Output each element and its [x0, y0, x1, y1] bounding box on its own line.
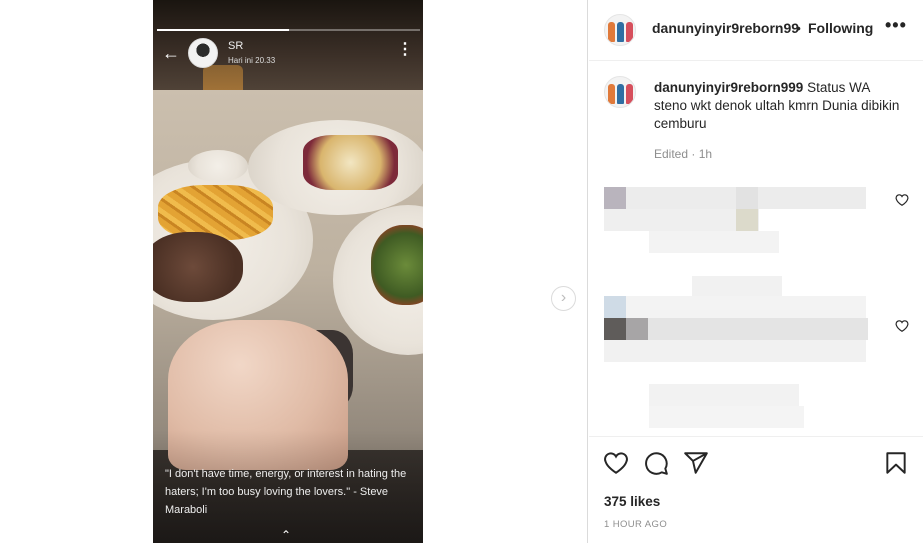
- edited-label: Edited · 1h: [654, 147, 713, 161]
- story-time: Hari ini 20.33: [228, 56, 276, 65]
- avatar-figure: [608, 22, 615, 42]
- media-pane: ← SR Hari ini 20.33 ⋮ "I don't have time…: [0, 0, 588, 543]
- separator-dot: •: [796, 20, 801, 36]
- comment-bubble-icon[interactable]: [643, 450, 669, 476]
- avatar-figure: [617, 22, 624, 42]
- horizontal-ellipsis-icon[interactable]: •••: [885, 15, 907, 36]
- pastry-image: [303, 135, 398, 190]
- story-progress-bar: [157, 29, 420, 31]
- instagram-post-view: ← SR Hari ini 20.33 ⋮ "I don't have time…: [0, 0, 923, 543]
- story-avatar[interactable]: [188, 38, 218, 68]
- post-header: danunyinyir9reborn99 • Following •••: [589, 0, 923, 61]
- bookmark-icon[interactable]: [883, 450, 909, 476]
- paper-plane-icon[interactable]: [683, 450, 709, 476]
- story-header: ← SR Hari ini 20.33 ⋮: [153, 38, 423, 68]
- chevron-up-icon[interactable]: ⌃: [281, 528, 291, 542]
- post-caption: danunyinyir9reborn999 Status WA steno wk…: [654, 79, 904, 133]
- salad-image: [371, 225, 423, 305]
- avatar-figure: [626, 84, 633, 104]
- story-progress-fill: [157, 29, 289, 31]
- heart-outline-icon[interactable]: [603, 450, 629, 476]
- heart-outline-icon[interactable]: [895, 319, 909, 333]
- steak-image: [153, 232, 243, 302]
- vertical-ellipsis-icon[interactable]: ⋮: [397, 42, 413, 58]
- following-button[interactable]: Following: [808, 20, 873, 36]
- caption-avatar[interactable]: [604, 76, 636, 108]
- avatar-figure: [626, 22, 633, 42]
- post-details-pane: danunyinyir9reborn99 • Following ••• dan…: [589, 0, 923, 543]
- story-screenshot-image[interactable]: [153, 0, 423, 543]
- avatar-figure: [608, 84, 615, 104]
- likes-count[interactable]: 375 likes: [604, 494, 660, 509]
- chevron-right-icon[interactable]: ›: [551, 286, 576, 311]
- caption-username[interactable]: danunyinyir9reborn999: [654, 80, 803, 95]
- avatar-figure: [617, 84, 624, 104]
- action-bar: 375 likes 1 HOUR AGO: [589, 436, 923, 543]
- profile-avatar[interactable]: [604, 14, 636, 46]
- heart-outline-icon[interactable]: [895, 193, 909, 207]
- story-name[interactable]: SR: [228, 40, 243, 52]
- post-timestamp[interactable]: 1 HOUR AGO: [604, 519, 667, 530]
- fries-image: [158, 185, 273, 240]
- story-caption: "I don't have time, energy, or interest …: [165, 468, 407, 516]
- sauce-bowl-image: [188, 150, 248, 182]
- post-username[interactable]: danunyinyir9reborn99: [652, 20, 799, 36]
- arrow-left-icon[interactable]: ←: [162, 41, 180, 65]
